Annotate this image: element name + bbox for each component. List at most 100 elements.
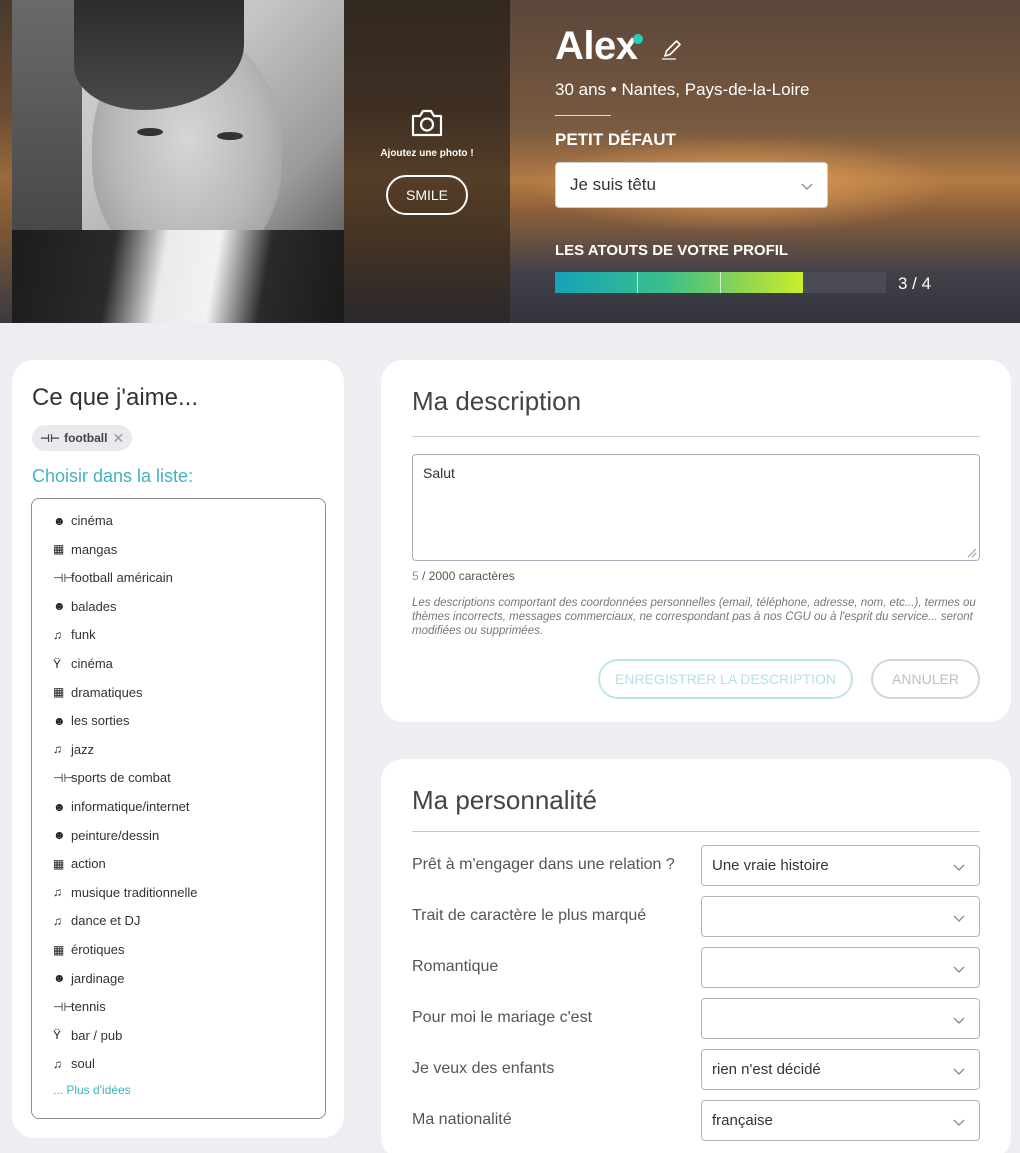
interest-item[interactable]: ☻ peinture/dessin (53, 828, 159, 843)
clapperboard-icon: ▦ (53, 942, 65, 957)
interest-item[interactable]: Ÿcinéma (53, 656, 113, 671)
more-ideas-link[interactable]: ... Plus d'idées (53, 1083, 131, 1097)
char-counter: 5 / 2000 caractères (412, 569, 515, 583)
camera-icon[interactable] (410, 108, 444, 138)
clapperboard-icon: ▦ (53, 685, 65, 700)
personality-select[interactable] (701, 896, 980, 937)
chevron-down-icon (953, 966, 965, 973)
interest-label: jardinage (71, 970, 125, 986)
interest-item[interactable]: ♫ jazz (53, 742, 94, 757)
add-photo-panel (344, 0, 510, 323)
interest-item[interactable]: ♫ dance et DJ (53, 913, 140, 928)
interest-label: soul (71, 1056, 95, 1072)
music-note-icon: ♫ (53, 885, 62, 900)
tag-label: football (64, 431, 108, 445)
interest-label: cinéma (71, 513, 113, 528)
interest-label: tennis (71, 999, 106, 1015)
atouts-label: LES ATOUTS DE VOTRE PROFIL (555, 242, 789, 259)
interest-label: informatique/internet (71, 799, 190, 814)
dumbbell-icon: ⊣⊢ (53, 770, 74, 785)
interest-label: cinéma (71, 656, 113, 671)
resize-grip-icon[interactable] (967, 548, 977, 558)
personality-select[interactable]: française (701, 1100, 980, 1141)
personality-select[interactable]: rien n'est décidé (701, 1049, 980, 1090)
add-photo-label[interactable]: Ajoutez une photo ! (362, 148, 492, 159)
personality-select[interactable] (701, 947, 980, 988)
personality-field-label: Je veux des enfants (412, 1060, 555, 1077)
likes-title: Ce que j'aime... (32, 384, 198, 411)
interest-label: balades (71, 598, 117, 614)
atouts-progress-count: 3 / 4 (898, 274, 932, 293)
petit-defaut-value: Je suis têtu (570, 175, 656, 194)
interest-item[interactable]: ♫ soul (53, 1056, 95, 1071)
music-note-icon: ♫ (53, 742, 62, 757)
interest-item[interactable]: ⊣⊢ tennis (53, 999, 106, 1014)
interest-item[interactable]: Ÿbar / pub (53, 1028, 122, 1043)
personality-select[interactable] (701, 998, 980, 1039)
interest-item[interactable]: ▦ dramatiques (53, 685, 143, 700)
interest-item[interactable]: ♫ funk (53, 627, 96, 642)
personality-select-value: Une vraie histoire (712, 857, 829, 874)
interest-label: dramatiques (71, 684, 143, 700)
cocktail-icon: Ÿ (53, 656, 62, 671)
interest-item[interactable]: ▦ action (53, 856, 106, 871)
smiley-icon: ☻ (53, 799, 66, 814)
atouts-progress-fill (555, 272, 804, 293)
cancel-button[interactable]: ANNULER (871, 659, 980, 699)
clapperboard-icon: ▦ (53, 542, 65, 557)
interest-label: funk (71, 627, 96, 643)
interest-item[interactable]: ☻ informatique/internet (53, 799, 190, 814)
interest-item[interactable]: ♫ musique traditionnelle (53, 885, 197, 900)
interest-item[interactable]: ☻ cinéma (53, 513, 113, 528)
interest-label: les sorties (71, 713, 130, 729)
smiley-icon: ☻ (53, 599, 66, 614)
interest-label: peinture/dessin (71, 827, 160, 843)
online-status-dot (633, 34, 643, 44)
chevron-down-icon (953, 864, 965, 871)
personality-field-label: Pour moi le mariage c'est (412, 1009, 593, 1026)
personality-field-label: Romantique (412, 958, 499, 975)
interest-label: musique traditionnelle (71, 884, 198, 900)
petit-defaut-select[interactable]: Je suis têtu (555, 162, 828, 208)
interest-item[interactable]: ☻ les sorties (53, 713, 130, 728)
interest-item[interactable]: ☻ balades (53, 599, 117, 614)
atouts-progress-bar (555, 272, 886, 293)
save-description-button[interactable]: ENREGISTRER LA DESCRIPTION (598, 659, 853, 699)
smiley-icon: ☻ (53, 513, 66, 528)
interest-item[interactable]: ⊣⊢ sports de combat (53, 770, 171, 785)
cocktail-icon: Ÿ (53, 1028, 62, 1043)
dumbbell-icon: ⊣⊢ (53, 570, 74, 585)
profile-name: Alex (555, 24, 638, 68)
chevron-down-icon (801, 183, 813, 190)
chevron-down-icon (953, 915, 965, 922)
choose-list-label: Choisir dans la liste: (32, 466, 194, 486)
music-note-icon: ♫ (53, 913, 62, 928)
description-note: Les descriptions comportant des coordonn… (412, 597, 976, 637)
dumbbell-icon: ⊣⊢ (53, 999, 74, 1014)
chevron-down-icon (953, 1119, 965, 1126)
smile-button[interactable]: SMILE (386, 175, 468, 215)
interest-item[interactable]: ▦ érotiques (53, 942, 124, 957)
interest-item[interactable]: ▦ mangas (53, 542, 117, 557)
interest-label: football américain (71, 570, 173, 586)
smiley-icon: ☻ (53, 828, 66, 843)
chevron-down-icon (953, 1068, 965, 1075)
music-note-icon: ♫ (53, 1056, 62, 1071)
pencil-icon[interactable] (660, 38, 684, 62)
dumbbell-icon: ⊣⊢ (40, 432, 61, 445)
interest-item[interactable]: ☻ jardinage (53, 971, 125, 986)
description-textarea[interactable]: Salut (412, 454, 980, 561)
profile-photo[interactable] (12, 0, 344, 323)
interest-label: jazz (71, 741, 95, 757)
personality-select-value: rien n'est décidé (712, 1061, 821, 1078)
selected-interest-tag[interactable]: ⊣⊢ football ✕ (32, 425, 133, 451)
personality-select[interactable]: Une vraie histoire (701, 845, 980, 886)
smiley-icon: ☻ (53, 713, 66, 728)
divider (412, 831, 980, 832)
profile-meta: 30 ans • Nantes, Pays-de-la-Loire (555, 80, 810, 99)
close-icon[interactable]: ✕ (112, 430, 124, 447)
interest-item[interactable]: ⊣⊢ football américain (53, 570, 173, 585)
interest-label: dance et DJ (71, 913, 141, 929)
smiley-icon: ☻ (53, 971, 66, 986)
petit-defaut-label: PETIT DÉFAUT (555, 130, 676, 149)
